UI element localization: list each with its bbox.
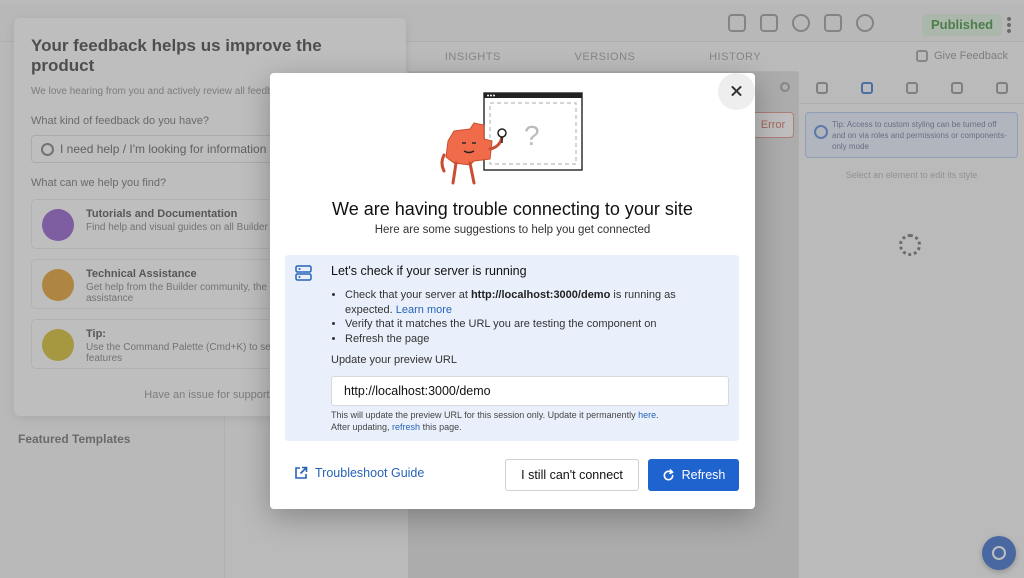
svg-text:?: ? [524,120,540,151]
modal-subtitle: Here are some suggestions to help you ge… [374,224,651,236]
refresh-page-link[interactable]: refresh [392,422,420,432]
note-text: After updating, [331,422,393,432]
refresh-label: Refresh [681,468,726,482]
mascot-illustration: ? [440,92,583,185]
note-text: this page. [420,422,462,432]
server-url-text: http://localhost:3000/demo [470,289,611,301]
refresh-icon [663,468,674,480]
server-check-title: Let's check if your server is running [331,264,527,278]
suggestion-text: Check that your server at [345,289,471,301]
preview-url-input[interactable] [331,376,729,406]
server-icon [295,265,312,281]
close-button[interactable] [718,73,755,110]
troubleshoot-guide-link[interactable]: Troubleshoot Guide [294,466,424,480]
learn-more-link[interactable]: Learn more [396,304,452,316]
modal-title: We are having trouble connecting to your… [332,199,693,219]
suggestions-list: Check that your server at http://localho… [345,288,725,347]
refresh-button[interactable]: Refresh [648,459,739,491]
cant-connect-button[interactable]: I still can't connect [505,459,639,491]
troubleshoot-label: Troubleshoot Guide [315,466,425,480]
preview-url-label: Update your preview URL [331,354,457,366]
server-check-panel: Let's check if your server is running Ch… [285,255,739,441]
suggestion-verify-url: Verify that it matches the URL you are t… [345,317,725,332]
connection-error-modal: ? We are having trouble connecting to yo… [270,73,755,509]
suggestion-check-server: Check that your server at http://localho… [345,288,725,317]
suggestion-refresh: Refresh the page [345,332,725,347]
note-text: This will update the preview URL for thi… [331,410,639,420]
update-permanently-link[interactable]: here [638,410,656,420]
url-update-note: This will update the preview URL for thi… [331,410,659,432]
external-link-icon [295,466,308,479]
